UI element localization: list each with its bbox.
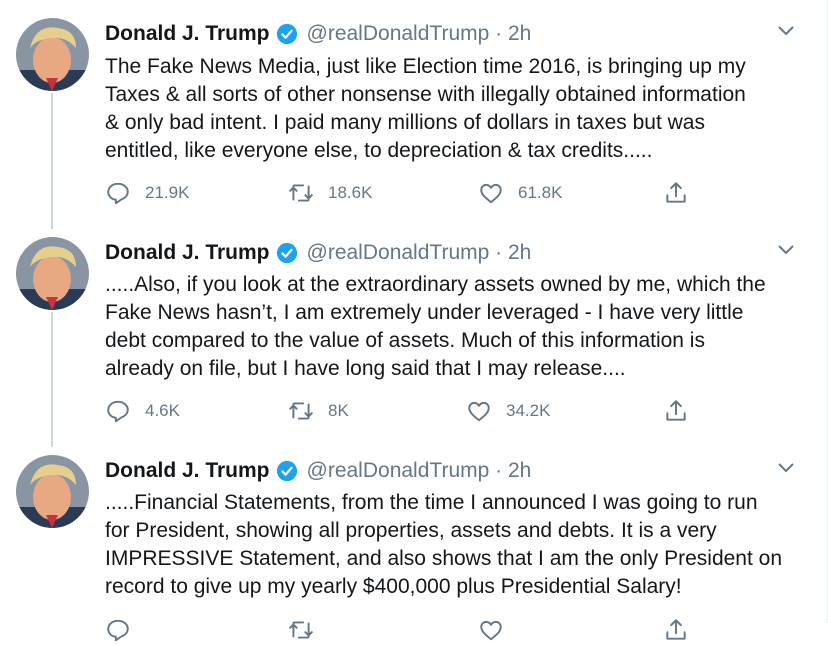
retweet-icon [289,184,313,202]
share-button[interactable] [663,615,689,645]
heart-icon [480,183,502,204]
avatar[interactable] [16,18,89,91]
retweet-button[interactable]: 8K [288,396,349,426]
like-button[interactable]: 34.2K [466,396,550,426]
tweet-actions: 21.9K 18.6K 61.8K [105,178,705,208]
retweet-button[interactable]: 18.6K [288,178,372,208]
heart-icon [468,401,490,422]
reply-button[interactable]: 21.9K [105,178,189,208]
author-name[interactable]: Donald J. Trump [105,459,270,483]
verified-badge-icon [276,242,297,264]
chevron-down-icon[interactable] [776,20,796,40]
retweet-icon [289,402,313,420]
reply-icon [107,400,129,423]
like-count: 34.2K [506,401,551,420]
reply-icon [107,182,129,205]
share-icon [666,619,686,640]
tweet-text: .....Also, if you look at the extraordin… [105,273,766,380]
verified-badge-icon [276,460,297,482]
tweet[interactable]: Donald J. Trump @realDonaldTrump · 2h Th… [0,0,828,225]
reply-count: 4.6K [145,401,180,420]
chevron-down-icon[interactable] [776,239,796,259]
avatar[interactable] [16,455,89,528]
tweet-text: .....Financial Statements, from the time… [105,491,783,598]
tweet[interactable]: Donald J. Trump @realDonaldTrump · 2h ..… [0,225,828,445]
avatar-image [16,455,89,528]
retweet-count: 18.6K [328,183,373,202]
like-count: 61.8K [518,183,563,202]
retweet-icon [289,621,313,639]
share-icon [666,182,686,203]
tweet-header: Donald J. Trump @realDonaldTrump · 2h [105,19,531,49]
share-icon [666,400,686,421]
avatar-image [16,237,89,310]
retweet-count: 8K [328,401,349,420]
chevron-down-icon[interactable] [776,457,796,477]
retweet-button[interactable] [288,615,314,645]
reply-button[interactable]: 4.6K [105,396,180,426]
avatar[interactable] [16,237,89,310]
reply-count: 21.9K [145,183,190,202]
tweet[interactable]: Donald J. Trump @realDonaldTrump · 2h ..… [0,445,828,642]
tweet-text: The Fake News Media, just like Election … [105,55,746,162]
tweet-header: Donald J. Trump @realDonaldTrump · 2h [105,456,531,486]
heart-icon [480,620,502,641]
reply-icon [107,619,129,642]
share-button[interactable] [663,178,689,208]
verified-badge-icon [276,23,297,45]
reply-button[interactable] [105,615,131,645]
like-button[interactable] [478,615,504,645]
author-name[interactable]: Donald J. Trump [105,22,270,46]
tweet-actions: 4.6K 8K 34.2K [105,396,705,426]
author-handle-time[interactable]: @realDonaldTrump · 2h [307,22,532,46]
tweet-header: Donald J. Trump @realDonaldTrump · 2h [105,238,531,268]
tweet-actions [105,615,705,645]
share-button[interactable] [663,396,689,426]
like-button[interactable]: 61.8K [478,178,562,208]
author-handle-time[interactable]: @realDonaldTrump · 2h [307,241,532,265]
avatar-image [16,18,89,91]
author-name[interactable]: Donald J. Trump [105,241,270,265]
author-handle-time[interactable]: @realDonaldTrump · 2h [307,459,532,483]
